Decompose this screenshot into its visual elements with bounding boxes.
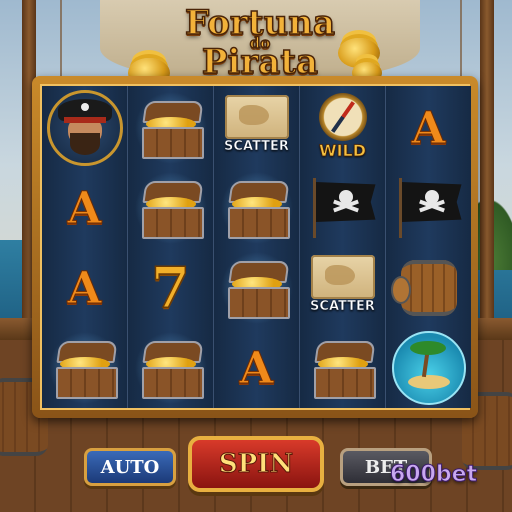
spin-button[interactable]: SPIN <box>188 436 324 492</box>
treasure-chest-icon <box>43 331 126 405</box>
reel-cell <box>386 168 471 248</box>
letter-a-symbol: A <box>239 342 274 394</box>
scatter-map-icon: SCATTER <box>307 255 379 321</box>
reel-cell: SCATTER <box>300 248 385 328</box>
brand-watermark: 600bet <box>389 462 478 488</box>
scatter-label: SCATTER <box>224 139 289 155</box>
scatter-label: SCATTER <box>310 299 375 315</box>
treasure-chest-icon <box>215 251 298 325</box>
treasure-chest-icon <box>129 91 212 165</box>
seven-symbol: 7 <box>150 254 190 322</box>
reel-cell <box>386 248 471 328</box>
treasure-chest-icon <box>129 171 212 245</box>
reel-cell <box>300 328 385 408</box>
reel-4: WILD SCATTER <box>300 86 386 408</box>
reel-3: SCATTER A <box>214 86 300 408</box>
auto-button[interactable]: AUTO <box>84 448 176 486</box>
reel-cell <box>128 88 213 168</box>
reel-cell: WILD <box>300 88 385 168</box>
reel-cell <box>214 248 299 328</box>
letter-a-symbol: A <box>67 182 102 234</box>
letter-a-symbol: A <box>67 262 102 314</box>
reel-cell: SCATTER <box>214 88 299 168</box>
barrel-icon <box>390 260 457 316</box>
reel-cell <box>300 168 385 248</box>
reel-2: 7 <box>128 86 214 408</box>
treasure-chest-icon <box>310 339 376 399</box>
jolly-roger-flag-icon <box>307 178 379 238</box>
reel-cell: A <box>42 168 127 248</box>
wild-compass-icon: WILD <box>307 93 379 163</box>
reels-area: A A 7 SCATTER A WILD SCATTER A <box>40 84 471 410</box>
reel-cell <box>214 168 299 248</box>
reel-1: A A <box>42 86 128 408</box>
reel-cell: 7 <box>128 248 213 328</box>
jolly-roger-flag-icon <box>393 178 465 238</box>
title-line-3: Pirata <box>201 42 319 82</box>
reel-cell: A <box>42 248 127 328</box>
reel-cell: A <box>214 328 299 408</box>
scatter-map-icon: SCATTER <box>221 95 293 161</box>
reel-cell <box>42 88 127 168</box>
reel-5: A <box>386 86 471 408</box>
reel-cell <box>386 328 471 408</box>
reel-cell: A <box>386 88 471 168</box>
slot-board: A A 7 SCATTER A WILD SCATTER A <box>32 76 478 418</box>
treasure-chest-icon <box>215 171 298 245</box>
tropical-island-icon <box>391 331 466 405</box>
wild-label: WILD <box>318 141 367 161</box>
reel-cell <box>42 328 127 408</box>
letter-a-symbol: A <box>411 102 446 154</box>
reel-cell <box>128 328 213 408</box>
pirate-captain-icon <box>46 90 123 166</box>
reel-cell <box>128 168 213 248</box>
treasure-chest-icon <box>129 331 212 405</box>
